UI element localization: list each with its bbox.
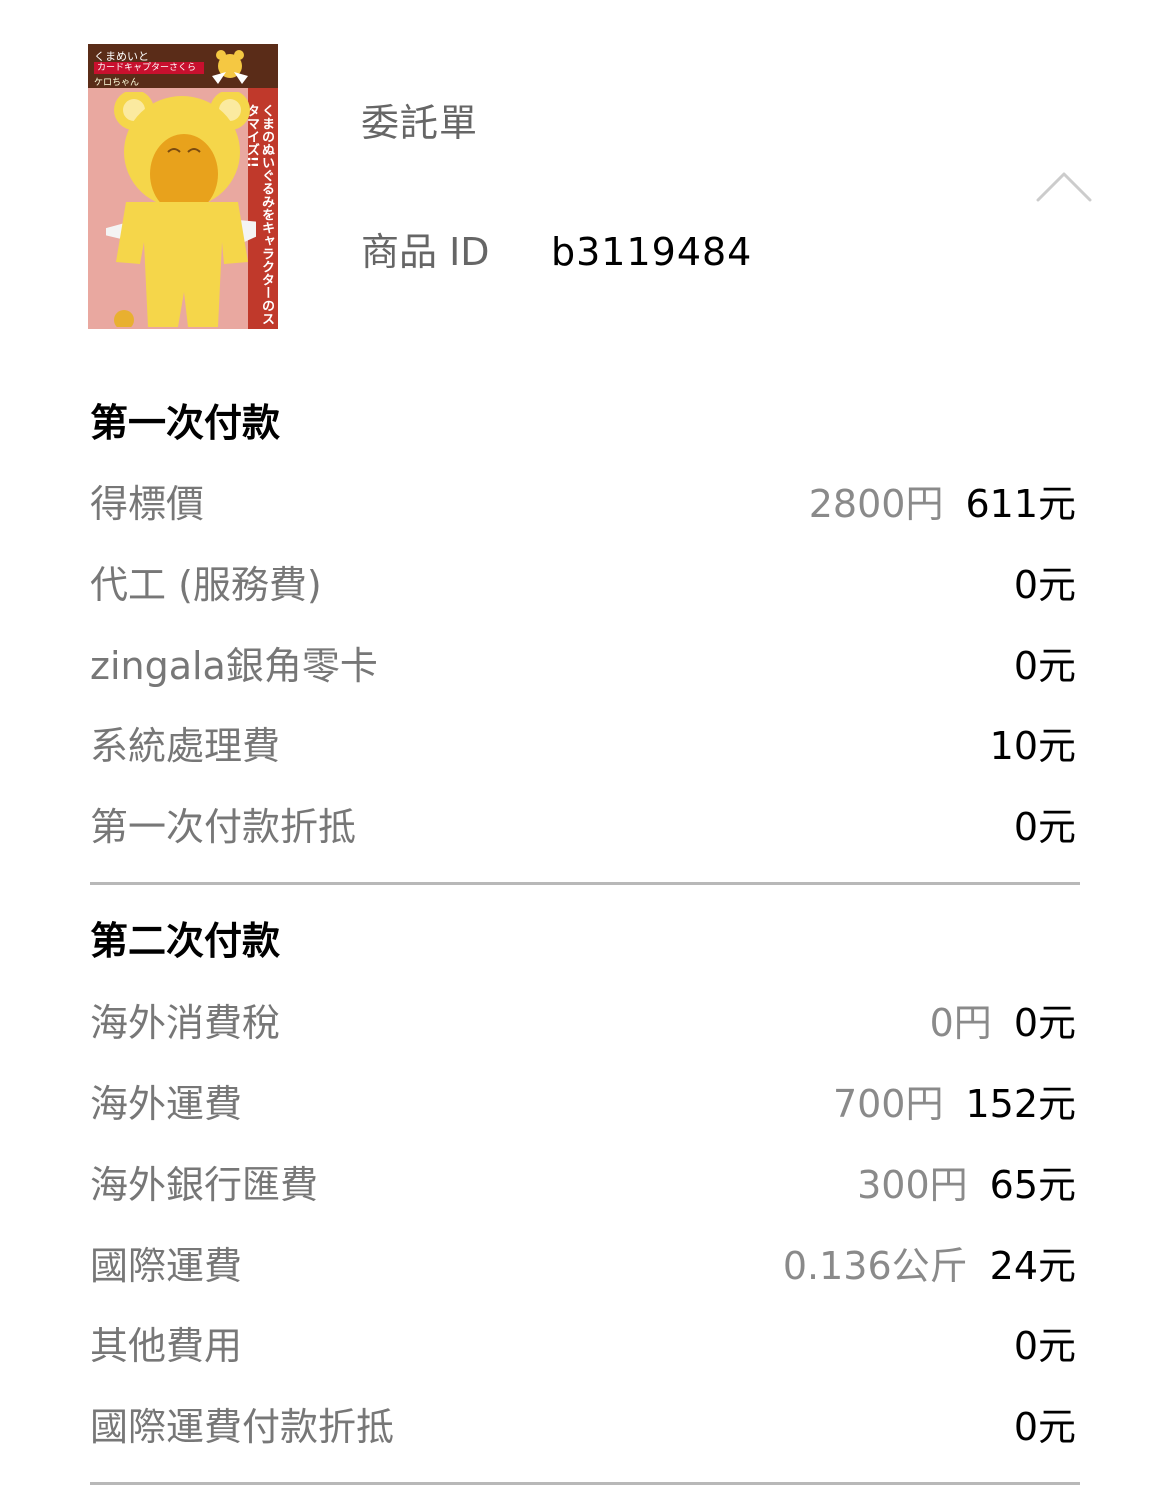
row-original-value: 0.136公斤 xyxy=(782,1244,968,1288)
first-payment-title: 第一次付款 xyxy=(90,401,281,445)
row-amount: 10元 xyxy=(989,724,1076,768)
row-amount: 24元 xyxy=(989,1244,1076,1288)
row-label: 得標價 xyxy=(90,482,205,526)
row-amount: 0元 xyxy=(1013,1324,1076,1368)
first-payment-row-system-fee: 系統處理費 10元 xyxy=(90,718,1080,774)
second-payment-row-other-fees: 其他費用 0元 xyxy=(90,1318,1080,1374)
row-value: 0元 xyxy=(1014,557,1076,613)
first-payment-section: 第一次付款 得標價 2800円 611元 代工 (服務費) 0元 zingala銀… xyxy=(90,398,1080,858)
row-label: 海外運費 xyxy=(90,1082,243,1126)
row-value: 2800円 611元 xyxy=(809,476,1076,532)
order-header: くまめいと カードキャプターさくら ケロちゃん くまのぬいぐるみをキャラクターの… xyxy=(0,0,1170,360)
row-value: 0.136公斤 24元 xyxy=(783,1238,1076,1294)
row-amount: 0元 xyxy=(1013,563,1076,607)
row-amount: 0元 xyxy=(1013,1001,1076,1045)
row-label: 第一次付款折抵 xyxy=(90,805,357,849)
row-label: 代工 (服務費) xyxy=(90,563,322,607)
product-thumbnail[interactable]: くまめいと カードキャプターさくら ケロちゃん くまのぬいぐるみをキャラクターの… xyxy=(88,44,278,329)
row-amount: 611元 xyxy=(965,482,1076,526)
row-label: 國際運費付款折抵 xyxy=(90,1405,395,1449)
row-label: 海外消費稅 xyxy=(90,1001,281,1045)
row-amount: 0元 xyxy=(1013,805,1076,849)
package-name: ケロちゃん xyxy=(94,78,140,88)
row-original-value: 300円 xyxy=(857,1163,968,1207)
row-original-value: 2800円 xyxy=(808,482,944,526)
row-label: 系統處理費 xyxy=(90,724,281,768)
row-value: 300円 65元 xyxy=(857,1157,1076,1213)
row-original-value: 0円 xyxy=(929,1001,992,1045)
row-amount: 65元 xyxy=(989,1163,1076,1207)
row-value: 700円 152元 xyxy=(833,1076,1076,1132)
second-payment-section: 第二次付款 海外消費稅 0円 0元 海外運費 700円 152元 海外銀行匯費 30… xyxy=(90,916,1080,1456)
row-label: zingala銀角零卡 xyxy=(90,644,378,688)
row-amount: 152元 xyxy=(965,1082,1076,1126)
row-label: 其他費用 xyxy=(90,1324,243,1368)
first-payment-row-service-fee: 代工 (服務費) 0元 xyxy=(90,557,1080,613)
row-amount: 0元 xyxy=(1013,1405,1076,1449)
row-value: 0元 xyxy=(1014,1399,1076,1455)
second-payment-row-consumption-tax: 海外消費稅 0円 0元 xyxy=(90,995,1080,1051)
row-value: 0元 xyxy=(1014,1318,1076,1374)
row-value: 0元 xyxy=(1014,799,1076,855)
row-label: 國際運費 xyxy=(90,1244,243,1288)
row-label: 海外銀行匯費 xyxy=(90,1163,319,1207)
row-value: 10元 xyxy=(990,718,1076,774)
second-payment-row-bank-fee: 海外銀行匯費 300円 65元 xyxy=(90,1157,1080,1213)
row-value: 0元 xyxy=(1014,638,1076,694)
second-payment-row-intl-discount: 國際運費付款折抵 0元 xyxy=(90,1399,1080,1455)
first-payment-row-discount: 第一次付款折抵 0元 xyxy=(90,799,1080,855)
row-original-value: 700円 xyxy=(832,1082,944,1126)
section-divider xyxy=(90,882,1080,885)
row-amount: 0元 xyxy=(1013,644,1076,688)
chevron-up-icon[interactable] xyxy=(1036,168,1092,204)
costume-image xyxy=(106,92,256,327)
page-title: 委託單 xyxy=(361,101,479,145)
row-value: 0円 0元 xyxy=(930,995,1076,1051)
product-id-value: b3119484 xyxy=(551,230,753,274)
package-series: カードキャプターさくら xyxy=(94,62,204,74)
second-payment-row-overseas-shipping: 海外運費 700円 152元 xyxy=(90,1076,1080,1132)
second-payment-row-intl-shipping: 國際運費 0.136公斤 24元 xyxy=(90,1238,1080,1294)
character-icon xyxy=(212,50,248,84)
first-payment-row-card: zingala銀角零卡 0元 xyxy=(90,638,1080,694)
section-divider xyxy=(90,1482,1080,1485)
second-payment-title: 第二次付款 xyxy=(90,919,281,963)
first-payment-row-bid: 得標價 2800円 611元 xyxy=(90,476,1080,532)
product-id-label: 商品 ID xyxy=(361,230,490,274)
